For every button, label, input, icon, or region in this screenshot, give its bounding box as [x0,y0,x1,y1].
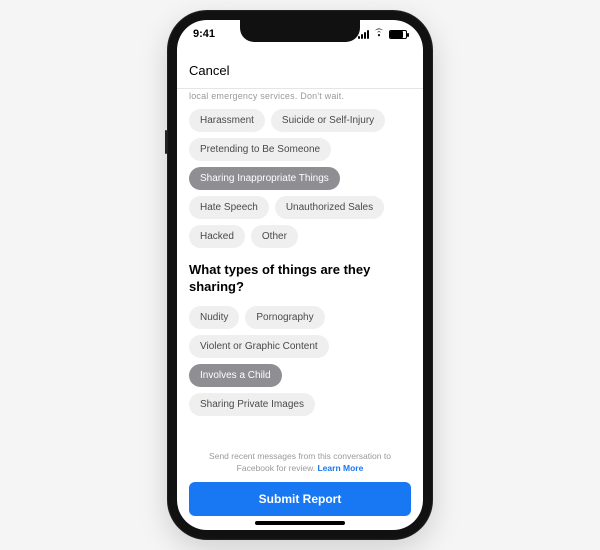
notch [240,20,360,42]
home-indicator[interactable] [255,521,345,525]
chip-suicide[interactable]: Suicide or Self-Injury [271,109,385,132]
battery-icon [389,30,407,39]
chip-sharing-inappropriate[interactable]: Sharing Inappropriate Things [189,167,340,190]
cancel-button[interactable]: Cancel [189,63,229,78]
primary-category-chips: Harassment Suicide or Self-Injury Preten… [189,109,411,248]
disclaimer-text: Send recent messages from this conversat… [189,451,411,474]
chip-nudity[interactable]: Nudity [189,306,239,329]
chip-other[interactable]: Other [251,225,298,248]
chip-pornography[interactable]: Pornography [245,306,324,329]
modal-footer: Send recent messages from this conversat… [177,443,423,530]
chip-hate-speech[interactable]: Hate Speech [189,196,269,219]
chip-pretending[interactable]: Pretending to Be Someone [189,138,331,161]
modal-content: local emergency services. Don't wait. Ha… [177,89,423,443]
status-icons [358,28,407,40]
chip-violent-content[interactable]: Violent or Graphic Content [189,335,329,358]
wifi-icon [373,28,385,40]
question-heading: What types of things are they sharing? [189,262,411,296]
modal-header: Cancel [177,52,423,89]
report-modal: Cancel local emergency services. Don't w… [177,52,423,530]
secondary-category-chips: Nudity Pornography Violent or Graphic Co… [189,306,411,416]
cutoff-text: local emergency services. Don't wait. [189,91,411,101]
chip-unauthorized-sales[interactable]: Unauthorized Sales [275,196,384,219]
chip-involves-child[interactable]: Involves a Child [189,364,282,387]
phone-frame: 9:41 Cancel local emergency services. Do… [167,10,433,540]
chip-private-images[interactable]: Sharing Private Images [189,393,315,416]
phone-screen: 9:41 Cancel local emergency services. Do… [177,20,423,530]
status-time: 9:41 [193,28,215,40]
submit-report-button[interactable]: Submit Report [189,482,411,516]
disclaimer-body: Send recent messages from this conversat… [209,451,391,472]
learn-more-link[interactable]: Learn More [317,463,363,473]
chip-hacked[interactable]: Hacked [189,225,245,248]
chip-harassment[interactable]: Harassment [189,109,265,132]
